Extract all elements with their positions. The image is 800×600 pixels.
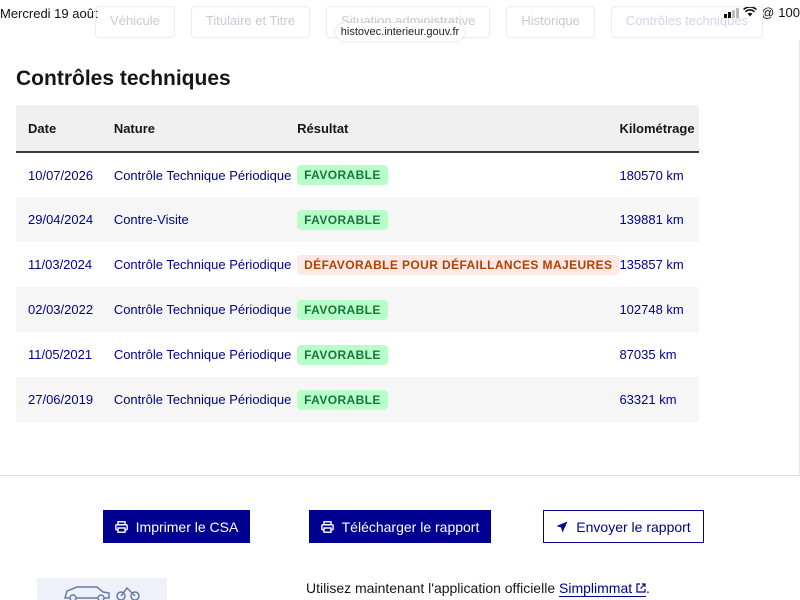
table-header-row: Date Nature Résultat Kilométrage	[16, 105, 699, 153]
cell-resultat: FAVORABLE	[297, 152, 619, 197]
send-report-label: Envoyer le rapport	[576, 518, 691, 535]
cell-kilometrage: 63321 km	[619, 377, 699, 422]
external-link-icon	[636, 583, 646, 593]
status-badge: DÉFAVORABLE POUR DÉFAILLANCES MAJEURES	[297, 254, 620, 275]
cell-kilometrage: 102748 km	[619, 287, 699, 332]
status-time: Mercredi 19 août	[0, 6, 98, 21]
cell-kilometrage: 139881 km	[619, 197, 699, 242]
cell-kilometrage: 87035 km	[619, 347, 677, 362]
page-title: Contrôles techniques	[16, 67, 231, 90]
promo-message: Utilisez maintenant l'application offici…	[306, 580, 559, 596]
table-row: 27/06/2019 Contrôle Technique Périodique…	[16, 377, 699, 422]
cell-date: 02/03/2022	[16, 287, 114, 332]
vehicles-illustration	[37, 578, 167, 600]
controles-panel: Contrôles techniques Date Nature Résulta…	[0, 40, 800, 476]
promo-text: Utilisez maintenant l'application offici…	[306, 580, 650, 597]
printer-icon	[114, 520, 128, 533]
status-badge: FAVORABLE	[297, 389, 388, 410]
send-arrow-icon	[556, 521, 568, 532]
table-row: 02/03/2022 Contrôle Technique Périodique…	[16, 287, 699, 332]
printer-icon	[320, 520, 334, 533]
column-header-date: Date	[16, 105, 114, 153]
cell-date: 29/04/2024	[16, 197, 114, 242]
cell-resultat: FAVORABLE	[297, 332, 619, 377]
cell-nature: Contrôle Technique Périodique	[113, 257, 292, 272]
cell-resultat: FAVORABLE	[297, 197, 620, 242]
tab-controles-techniques[interactable]: Contrôles techniques	[610, 6, 764, 38]
cell-nature: Contrôle Technique Périodique	[113, 167, 292, 183]
send-report-button[interactable]: Envoyer le rapport	[543, 510, 704, 543]
print-csa-button[interactable]: Imprimer le CSA	[103, 510, 250, 543]
promo-suffix: .	[646, 580, 650, 596]
column-header-resultat: Résultat	[297, 105, 620, 153]
tab-vehicule[interactable]: Véhicule	[95, 6, 175, 38]
column-header-nature: Nature	[113, 105, 298, 153]
cell-kilometrage: 135857 km	[619, 257, 684, 272]
cell-nature: Contre-Visite	[113, 197, 298, 242]
cell-date: 11/03/2024	[28, 257, 93, 272]
controles-table: Date Nature Résultat Kilométrage 10/07/2…	[16, 105, 699, 422]
cell-date: 11/05/2021	[28, 347, 93, 362]
column-header-kilometrage: Kilométrage	[619, 105, 699, 153]
status-badge: FAVORABLE	[297, 209, 388, 230]
table-row: 10/07/2026 Contrôle Technique Périodique…	[16, 152, 699, 197]
url-bar[interactable]: histovec.interieur.gouv.fr	[336, 23, 464, 41]
cell-resultat: FAVORABLE	[297, 377, 620, 422]
status-badge: FAVORABLE	[297, 165, 388, 185]
download-report-label: Télécharger le rapport	[341, 518, 480, 535]
tab-historique[interactable]: Historique	[506, 6, 595, 38]
table-row: 29/04/2024 Contre-Visite FAVORABLE 13988…	[16, 197, 699, 242]
cell-kilometrage: 180570 km	[619, 167, 684, 183]
status-badge: FAVORABLE	[297, 344, 388, 365]
cell-resultat: FAVORABLE	[297, 287, 620, 332]
print-csa-label: Imprimer le CSA	[135, 518, 239, 535]
cell-resultat: DÉFAVORABLE POUR DÉFAILLANCES MAJEURES	[297, 242, 620, 287]
status-badge: FAVORABLE	[297, 299, 388, 320]
cell-date: 10/07/2026	[28, 167, 94, 183]
cell-nature: Contrôle Technique Périodique	[113, 287, 298, 332]
tab-titulaire[interactable]: Titulaire et Titre	[190, 6, 310, 38]
cell-date: 27/06/2019	[16, 377, 114, 422]
table-row: 11/03/2024 Contrôle Technique Périodique…	[16, 242, 699, 287]
page: Mercredi 19 août @ 100 Véhicule Titulair…	[0, 0, 800, 600]
simplimmat-link-label: Simplimmat	[559, 580, 633, 596]
table-row: 11/05/2021 Contrôle Technique Périodique…	[16, 332, 699, 377]
cell-nature: Contrôle Technique Périodique	[113, 347, 292, 362]
download-report-button[interactable]: Télécharger le rapport	[309, 510, 491, 543]
simplimmat-link[interactable]: Simplimmat	[559, 580, 647, 597]
cell-nature: Contrôle Technique Périodique	[113, 377, 298, 422]
